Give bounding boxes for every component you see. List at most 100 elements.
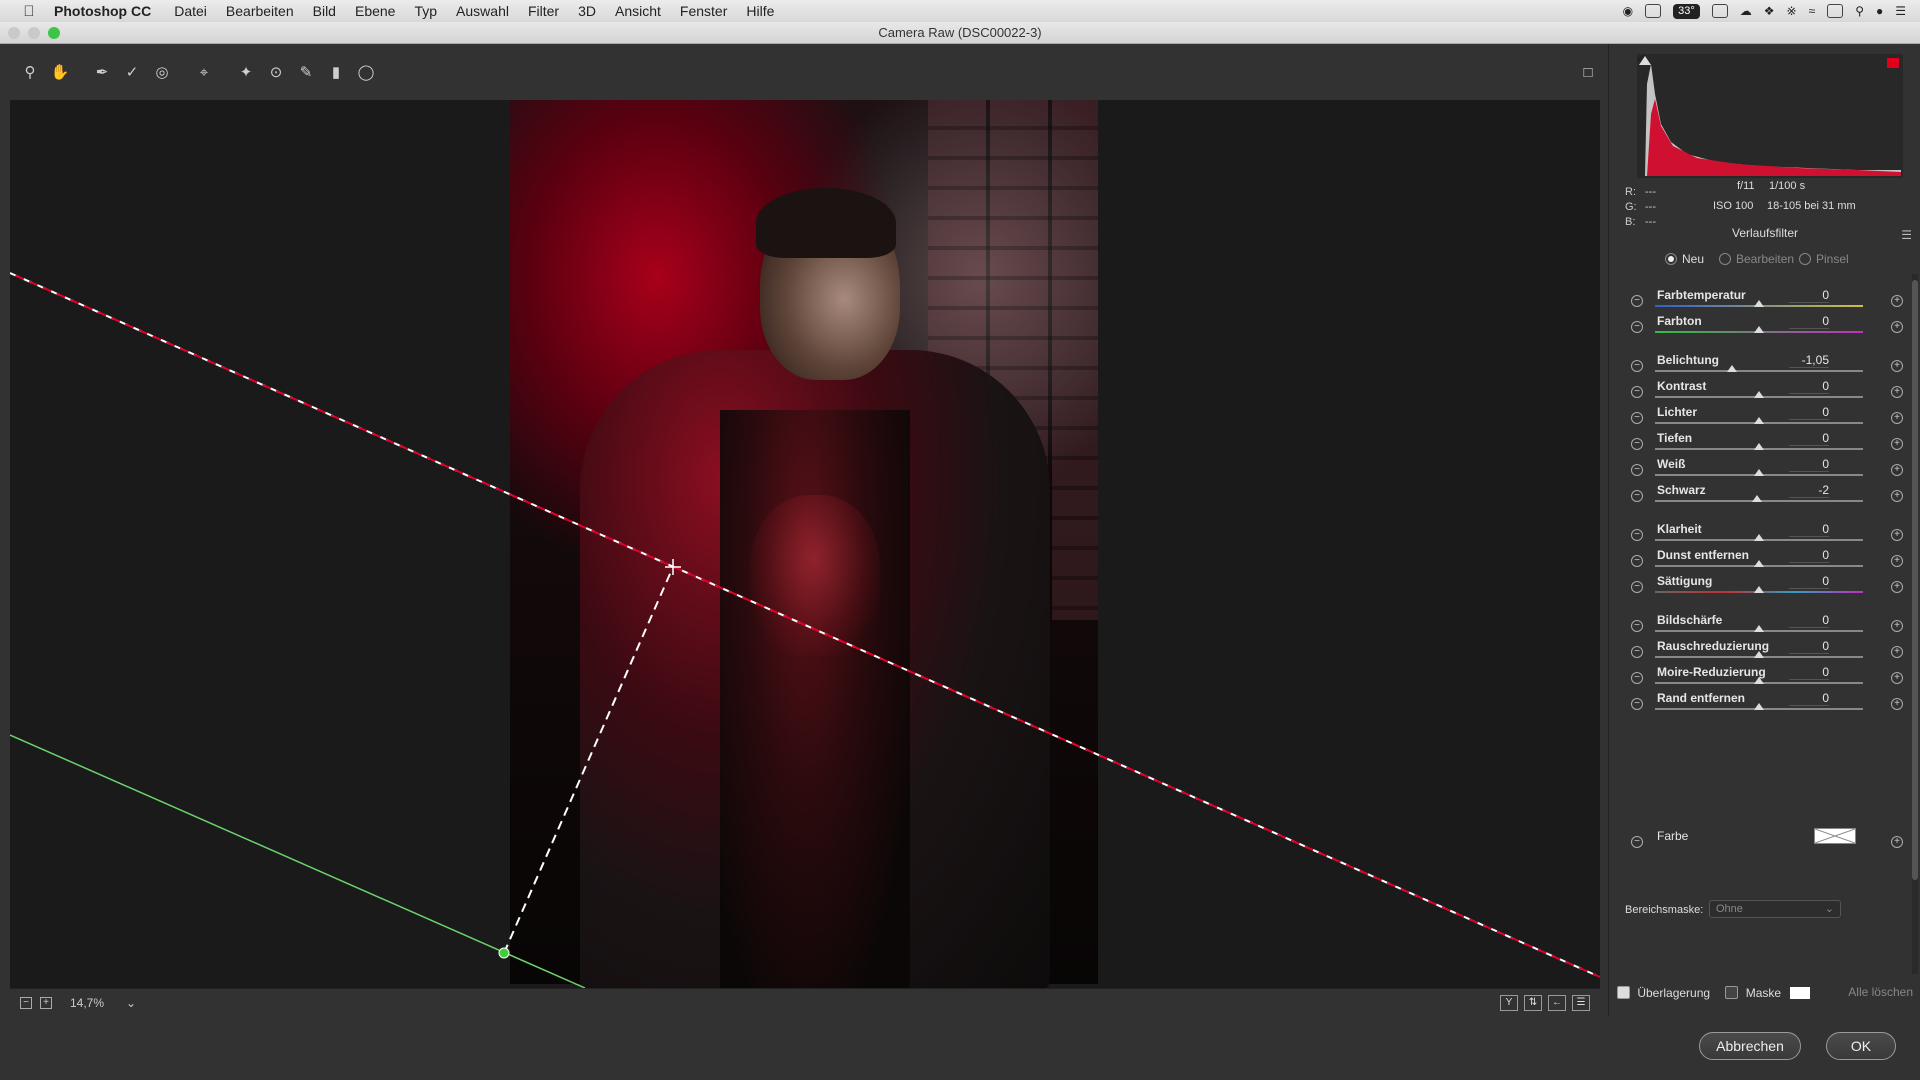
- slider-value[interactable]: 0: [1789, 574, 1829, 589]
- plus-icon[interactable]: +: [1891, 438, 1903, 450]
- highlight-clipping-icon[interactable]: [1887, 58, 1899, 68]
- slider-value[interactable]: -1,05: [1789, 353, 1829, 368]
- minus-icon[interactable]: −: [1631, 490, 1643, 502]
- crop-icon[interactable]: ⌖: [192, 60, 216, 84]
- slider-value[interactable]: 0: [1789, 431, 1829, 446]
- panel-scrollbar[interactable]: [1912, 274, 1918, 974]
- slider-value[interactable]: 0: [1789, 691, 1829, 706]
- bluetooth-icon[interactable]: ※: [1787, 4, 1797, 18]
- minus-icon[interactable]: −: [1631, 295, 1643, 307]
- app-menu[interactable]: Photoshop CC: [54, 3, 151, 19]
- slider-thumb[interactable]: [1754, 326, 1764, 333]
- slider-thumb[interactable]: [1751, 495, 1762, 502]
- swap-settings-icon[interactable]: ⇅: [1524, 995, 1542, 1011]
- dropbox-icon[interactable]: ❖: [1764, 4, 1775, 18]
- plus-icon[interactable]: +: [1891, 464, 1903, 476]
- plus-icon[interactable]: +: [1891, 836, 1903, 848]
- clear-all-button[interactable]: Alle löschen: [1848, 985, 1913, 999]
- spot-removal-icon[interactable]: ✦: [234, 60, 258, 84]
- radial-filter-icon[interactable]: ◯: [354, 60, 378, 84]
- minus-icon[interactable]: −: [1631, 698, 1643, 710]
- minus-icon[interactable]: −: [1631, 464, 1643, 476]
- menu-fenster[interactable]: Fenster: [680, 3, 727, 19]
- apple-icon[interactable]: : [18, 3, 40, 20]
- slider-thumb[interactable]: [1726, 365, 1737, 372]
- slider-value[interactable]: 0: [1789, 457, 1829, 472]
- minus-icon[interactable]: −: [1631, 412, 1643, 424]
- mask-color-swatch[interactable]: [1790, 986, 1811, 999]
- ok-button[interactable]: OK: [1826, 1032, 1896, 1060]
- slider-value[interactable]: -2: [1789, 483, 1829, 498]
- slider-track[interactable]: [1655, 370, 1863, 372]
- cancel-button[interactable]: Abbrechen: [1699, 1032, 1801, 1060]
- minus-icon[interactable]: −: [1631, 529, 1643, 541]
- close-window-icon[interactable]: [8, 27, 20, 39]
- slider-thumb[interactable]: [1754, 586, 1764, 593]
- minus-icon[interactable]: −: [1631, 672, 1643, 684]
- zoom-in-icon[interactable]: +: [40, 996, 52, 1009]
- copy-settings-icon[interactable]: ←: [1548, 995, 1566, 1011]
- slider-thumb[interactable]: [1754, 560, 1764, 567]
- color-sampler-icon[interactable]: ✓: [120, 60, 144, 84]
- minus-icon[interactable]: −: [1631, 620, 1643, 632]
- wifi-icon[interactable]: ≈: [1809, 4, 1816, 18]
- notification-icon[interactable]: ☰: [1895, 4, 1906, 18]
- slider-thumb[interactable]: [1754, 443, 1764, 450]
- plus-icon[interactable]: +: [1891, 620, 1903, 632]
- slider-thumb[interactable]: [1754, 417, 1764, 424]
- image-canvas[interactable]: [10, 100, 1600, 988]
- temperature-badge[interactable]: 33°: [1673, 3, 1700, 19]
- slider-value[interactable]: 0: [1789, 548, 1829, 563]
- plus-icon[interactable]: +: [1891, 555, 1903, 567]
- zoom-icon[interactable]: ⚲: [18, 60, 42, 84]
- panel-menu-icon[interactable]: ☰: [1901, 228, 1912, 242]
- chevron-down-icon[interactable]: ⌄: [126, 996, 136, 1010]
- target-adjust-icon[interactable]: ◎: [150, 60, 174, 84]
- plus-icon[interactable]: +: [1891, 529, 1903, 541]
- red-eye-icon[interactable]: ⊙: [264, 60, 288, 84]
- color-swatch[interactable]: [1814, 828, 1856, 844]
- slider-value[interactable]: 0: [1789, 639, 1829, 654]
- slider-value[interactable]: 0: [1789, 405, 1829, 420]
- shadow-clipping-icon[interactable]: [1639, 56, 1651, 65]
- minus-icon[interactable]: −: [1631, 321, 1643, 333]
- plus-icon[interactable]: +: [1891, 386, 1903, 398]
- minus-icon[interactable]: −: [1631, 581, 1643, 593]
- white-balance-icon[interactable]: ✒: [90, 60, 114, 84]
- menu-datei[interactable]: Datei: [174, 3, 207, 19]
- minus-icon[interactable]: −: [1631, 646, 1643, 658]
- plus-icon[interactable]: +: [1891, 581, 1903, 593]
- slider-thumb[interactable]: [1754, 391, 1764, 398]
- fullscreen-icon[interactable]: □: [1576, 60, 1600, 84]
- siri-icon[interactable]: ●: [1876, 4, 1883, 18]
- menu-bild[interactable]: Bild: [313, 3, 336, 19]
- gradient-start-pin[interactable]: [498, 947, 510, 959]
- record-icon[interactable]: ◉: [1623, 4, 1633, 18]
- menu-filter[interactable]: Filter: [528, 3, 559, 19]
- menu-hilfe[interactable]: Hilfe: [746, 3, 774, 19]
- minimize-window-icon[interactable]: [28, 27, 40, 39]
- plus-icon[interactable]: +: [1891, 321, 1903, 333]
- menu-ebene[interactable]: Ebene: [355, 3, 395, 19]
- slider-value[interactable]: 0: [1789, 665, 1829, 680]
- slider-thumb[interactable]: [1754, 651, 1764, 658]
- adjustment-brush-icon[interactable]: ✎: [294, 60, 318, 84]
- plus-icon[interactable]: +: [1891, 490, 1903, 502]
- menu-auswahl[interactable]: Auswahl: [456, 3, 509, 19]
- slider-thumb[interactable]: [1754, 469, 1764, 476]
- minus-icon[interactable]: −: [1631, 836, 1643, 848]
- menu-3d[interactable]: 3D: [578, 3, 596, 19]
- screen-icon[interactable]: [1711, 4, 1728, 18]
- mode-brush[interactable]: Pinsel: [1799, 252, 1849, 266]
- cloud-icon[interactable]: ☁: [1740, 4, 1752, 18]
- minus-icon[interactable]: −: [1631, 360, 1643, 372]
- menu-ansicht[interactable]: Ansicht: [615, 3, 661, 19]
- plus-icon[interactable]: +: [1891, 360, 1903, 372]
- range-mask-select[interactable]: Ohne ⌄: [1709, 900, 1841, 918]
- slider-thumb[interactable]: [1754, 703, 1764, 710]
- battery-icon[interactable]: [1827, 4, 1844, 18]
- minus-icon[interactable]: −: [1631, 438, 1643, 450]
- mode-new[interactable]: Neu: [1665, 252, 1704, 266]
- menu-bearbeiten[interactable]: Bearbeiten: [226, 3, 294, 19]
- slider-value[interactable]: 0: [1789, 522, 1829, 537]
